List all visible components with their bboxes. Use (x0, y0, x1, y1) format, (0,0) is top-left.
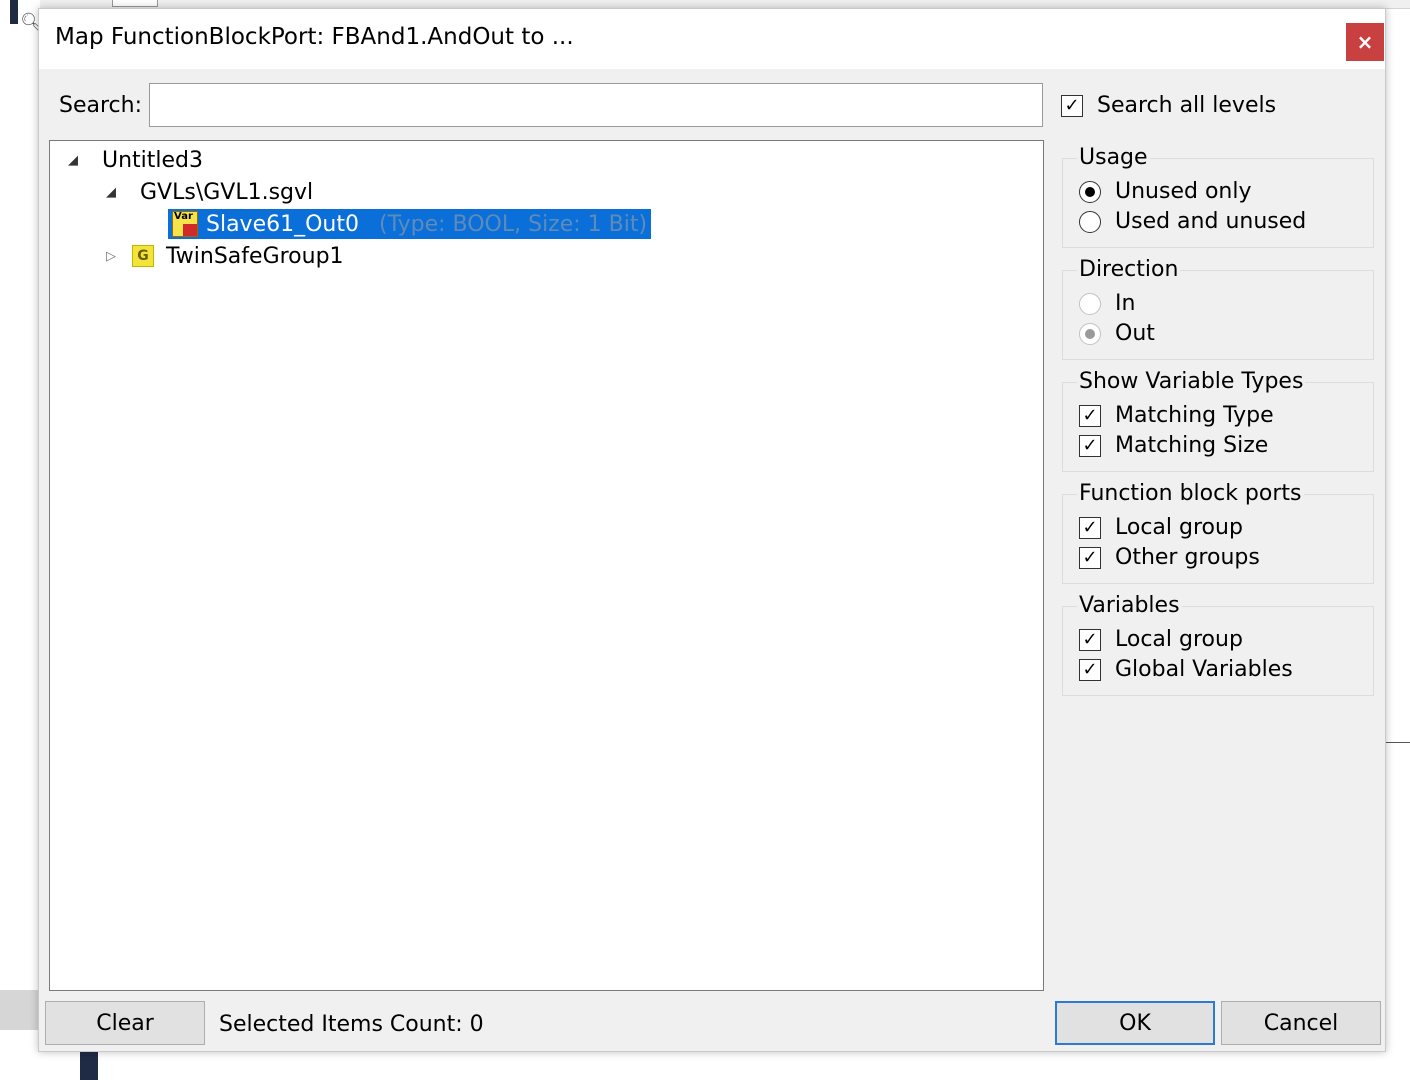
variables-group-title: Variables (1077, 593, 1182, 618)
direction-out-radio: Out (1079, 321, 1155, 346)
checkbox-checked-icon: ✓ (1079, 516, 1101, 539)
checkbox-checked-icon: ✓ (1061, 94, 1083, 117)
close-icon: × (1356, 30, 1374, 54)
radio-label: Out (1115, 321, 1155, 346)
tree-item-label: Untitled3 (102, 147, 204, 173)
title-bar: Map FunctionBlockPort: FBAnd1.AndOut to … (39, 9, 1385, 69)
background-line (1386, 742, 1410, 743)
radio-selected-icon (1079, 180, 1101, 203)
map-port-dialog: Map FunctionBlockPort: FBAnd1.AndOut to … (38, 8, 1386, 1052)
tree-item-label: TwinSafeGroup1 (166, 243, 344, 269)
radio-label: In (1115, 291, 1136, 316)
checkbox-checked-icon: ✓ (1079, 658, 1101, 681)
tree-item-gvl[interactable]: ◢ GVLs\GVL1.sgvl (100, 177, 313, 207)
checkbox-checked-icon: ✓ (1079, 404, 1101, 427)
usage-used-and-unused-radio[interactable]: Used and unused (1079, 209, 1306, 234)
search-all-levels-label: Search all levels (1097, 93, 1277, 118)
tree-item-label: GVLs\GVL1.sgvl (140, 179, 314, 205)
radio-label: Unused only (1115, 179, 1252, 204)
var-local-group-checkbox[interactable]: ✓ Local group (1079, 627, 1243, 652)
checkbox-checked-icon: ✓ (1079, 628, 1101, 651)
search-label: Search: (59, 93, 142, 118)
checkbox-label: Local group (1115, 515, 1243, 540)
expand-arrow-icon[interactable]: ◢ (100, 185, 122, 200)
radio-unselected-icon (1079, 210, 1101, 233)
checkbox-label: Global Variables (1115, 657, 1293, 682)
checkbox-checked-icon: ✓ (1079, 434, 1101, 457)
global-variables-checkbox[interactable]: ✓ Global Variables (1079, 657, 1293, 682)
radio-disabled-selected-icon (1079, 322, 1101, 345)
direction-in-radio: In (1079, 291, 1135, 316)
search-all-levels-checkbox[interactable]: ✓ Search all levels (1061, 93, 1276, 118)
matching-size-checkbox[interactable]: ✓ Matching Size (1079, 433, 1268, 458)
show-variable-types-title: Show Variable Types (1077, 369, 1306, 394)
cancel-button[interactable]: Cancel (1221, 1001, 1381, 1045)
checkbox-checked-icon: ✓ (1079, 546, 1101, 569)
fb-local-group-checkbox[interactable]: ✓ Local group (1079, 515, 1243, 540)
collapsed-arrow-icon[interactable]: ▷ (100, 249, 122, 264)
selected-tree-item[interactable]: Var Slave61_Out0 (Type: BOOL, Size: 1 Bi… (168, 209, 652, 239)
usage-unused-only-radio[interactable]: Unused only (1079, 179, 1251, 204)
background-bar-bottom (80, 1050, 98, 1080)
dialog-title: Map FunctionBlockPort: FBAnd1.AndOut to … (55, 24, 574, 50)
checkbox-label: Matching Type (1115, 403, 1274, 428)
background-bar (10, 0, 18, 24)
checkbox-label: Matching Size (1115, 433, 1269, 458)
checkbox-label: Other groups (1115, 545, 1260, 570)
usage-group-title: Usage (1077, 145, 1150, 170)
search-input[interactable] (149, 83, 1043, 127)
tree-item-twinsafegroup1[interactable]: ▷ G TwinSafeGroup1 (100, 241, 344, 271)
magnifier-icon: 🔍︎ (20, 12, 43, 33)
tree-item-slave61-out0[interactable]: Var Slave61_Out0 (Type: BOOL, Size: 1 Bi… (168, 209, 652, 239)
clear-button[interactable]: Clear (45, 1001, 205, 1045)
tree-item-detail: (Type: BOOL, Size: 1 Bit) (379, 211, 648, 237)
radio-disabled-icon (1079, 292, 1101, 315)
expand-arrow-icon[interactable]: ◢ (62, 153, 84, 168)
tree-item-untitled3[interactable]: ◢ Untitled3 (62, 145, 203, 175)
radio-label: Used and unused (1115, 209, 1307, 234)
group-icon: G (132, 245, 154, 267)
direction-group-title: Direction (1077, 257, 1181, 282)
matching-type-checkbox[interactable]: ✓ Matching Type (1079, 403, 1274, 428)
background-tab (112, 0, 158, 7)
close-button[interactable]: × (1346, 23, 1384, 61)
ok-button[interactable]: OK (1055, 1001, 1215, 1045)
background-left-area (0, 0, 40, 1080)
variable-tree[interactable]: ◢ Untitled3 ◢ GVLs\GVL1.sgvl Var Slave61… (49, 140, 1044, 991)
function-block-ports-title: Function block ports (1077, 481, 1304, 506)
tree-item-label: Slave61_Out0 (206, 211, 359, 237)
background-block (0, 990, 40, 1030)
variable-icon: Var (172, 211, 198, 237)
fb-other-groups-checkbox[interactable]: ✓ Other groups (1079, 545, 1260, 570)
selected-items-count: Selected Items Count: 0 (219, 1012, 484, 1037)
checkbox-label: Local group (1115, 627, 1243, 652)
